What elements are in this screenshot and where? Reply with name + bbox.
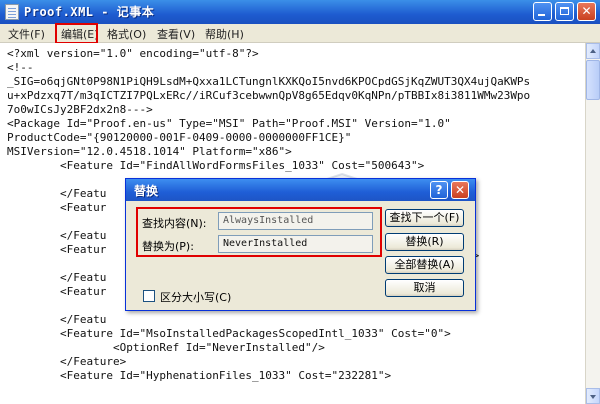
replace-button[interactable]: 替换(R) xyxy=(385,233,464,251)
scroll-up-arrow-icon[interactable] xyxy=(586,43,600,59)
vertical-scrollbar[interactable] xyxy=(585,43,600,404)
code-line: <Featur xyxy=(7,285,107,298)
window-titlebar[interactable]: Proof.XML - 记事本 ✕ xyxy=(0,0,600,24)
code-line: ProductCode="{90120000-001F-0409-0000-00… xyxy=(7,131,352,144)
find-next-button[interactable]: 查找下一个(F) xyxy=(385,209,464,227)
menu-file[interactable]: 文件(F) xyxy=(8,26,45,42)
notepad-icon xyxy=(5,4,19,20)
code-line: <Featur xyxy=(7,201,107,214)
code-line: <OptionRef Id="NeverInstalled"/> xyxy=(7,341,325,354)
maximize-button[interactable] xyxy=(555,2,574,21)
code-line: u+xPdzxq7T/m3qICTZI7PQLxERc//iRCuf3cebww… xyxy=(7,89,531,102)
code-line: <Feature Id="MsoInstalledPackagesScopedI… xyxy=(7,327,451,340)
close-button[interactable]: ✕ xyxy=(577,2,596,21)
minimize-button[interactable] xyxy=(533,2,552,21)
replace-all-button[interactable]: 全部替换(A) xyxy=(385,256,464,274)
dialog-title: 替换 xyxy=(134,184,159,198)
scrollbar-thumb[interactable] xyxy=(586,60,600,100)
code-line: <Feature Id="FindAllWordFormsFiles_1033"… xyxy=(7,159,425,172)
dialog-close-button[interactable]: ✕ xyxy=(451,181,469,199)
fields-highlight-box xyxy=(136,207,382,257)
code-line: <?xml version="1.0" encoding="utf-8"?> xyxy=(7,47,259,60)
edit-menu-highlight-box xyxy=(55,23,98,44)
code-line: _SIG=o6qjGNt0P98N1PiQH9LsdM+Qxxa1LCTungn… xyxy=(7,75,531,88)
code-line: <!-- xyxy=(7,61,34,74)
code-line: MSIVersion="12.0.4518.1014" Platform="x8… xyxy=(7,145,292,158)
code-line: <Package Id="Proof.en-us" Type="MSI" Pat… xyxy=(7,117,451,130)
replace-dialog: 替换 ? ✕ 查找内容(N): AlwaysInstalled 替换为(P): … xyxy=(125,178,476,311)
menu-format[interactable]: 格式(O) xyxy=(107,26,146,42)
code-line: </Featu xyxy=(7,271,107,284)
window-title: Proof.XML - 记事本 xyxy=(24,5,155,19)
dialog-titlebar[interactable]: 替换 ? ✕ xyxy=(126,179,475,201)
match-case-label[interactable]: 区分大小写(C) xyxy=(160,289,231,305)
code-line: </Featu xyxy=(7,313,107,326)
code-line: </Featu xyxy=(7,229,107,242)
code-line: <Featur xyxy=(7,243,107,256)
code-line: <Feature Id="HyphenationFiles_1033" Cost… xyxy=(7,369,392,382)
code-line: 7o0wICsJy2BF2dx2n8---> xyxy=(7,103,153,116)
match-case-checkbox[interactable] xyxy=(143,290,155,302)
code-line: </Feature> xyxy=(7,355,127,368)
dialog-help-button[interactable]: ? xyxy=(430,181,448,199)
cancel-button[interactable]: 取消 xyxy=(385,279,464,297)
menu-view[interactable]: 查看(V) xyxy=(157,26,195,42)
code-line: </Featu xyxy=(7,187,107,200)
menu-help[interactable]: 帮助(H) xyxy=(205,26,244,42)
scroll-down-arrow-icon[interactable] xyxy=(586,388,600,404)
